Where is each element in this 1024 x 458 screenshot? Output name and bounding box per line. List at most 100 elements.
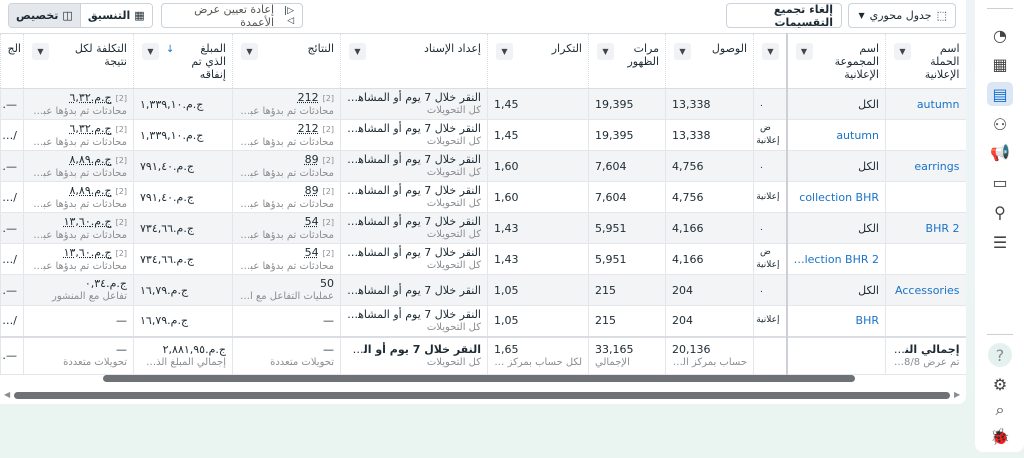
col-adset-name[interactable]: اسم المجموعة الإعلانية ▼: [785, 33, 886, 89]
attribution-text: النقر خلال 7 يوم أو المشاهدة...: [340, 122, 482, 135]
col-attribution[interactable]: إعداد الإسناد ▼: [340, 33, 488, 89]
megaphone-icon[interactable]: 📢: [987, 140, 1013, 164]
impressions-cell: 19,395: [588, 119, 666, 151]
campaign-name-cell[interactable]: [885, 181, 966, 213]
pivot-table-dropdown[interactable]: ⬚ جدول محوري ▼: [848, 3, 956, 28]
settings-gear-icon[interactable]: ⚙: [987, 372, 1013, 396]
results-value: 54: [304, 245, 319, 259]
col-reach[interactable]: الوصول ▼: [665, 33, 754, 89]
adset-name-cell[interactable]: collection BHR: [785, 181, 886, 213]
table-row[interactable]: collection BHR 2 ض إعلانية 4,166 5,951 1,43 ا…: [0, 243, 966, 275]
campaign-name-cell[interactable]: [885, 305, 966, 337]
adset-name-cell[interactable]: collection BHR 2: [785, 243, 886, 275]
results-cell: [2]54 محادثات تم بدؤها عبر ا...: [232, 243, 341, 275]
amount-spent-cell: ج.م.١٦,٧٩: [133, 305, 233, 337]
cell-text: 20,136: [672, 342, 711, 356]
table-row[interactable]: collection BHR إعلانية 4,756 7,604 1,60 النقر…: [0, 181, 966, 213]
results-value: —: [323, 314, 334, 328]
ad-cell: [753, 335, 787, 375]
dashboard-gauge-icon[interactable]: ◔: [987, 23, 1013, 47]
col-amount-spent[interactable]: المبلغ الذي تم إنفاقه ↓ ▼: [133, 33, 233, 89]
cost-line: [2]ج.م.٦,٣٢: [70, 91, 127, 104]
totals-row: إجمالي النتائجتم عرض 8/8 من ا 20,136حساب …: [0, 335, 966, 375]
header-row: اسم الحملة الإعلانية ▼ اسم المجموعة الإعل…: [0, 33, 966, 89]
cost-subtext: محادثات تم بدؤها عبر ا...: [30, 105, 127, 117]
amount-spent-cell: ج.م.٧٩١,٤٠: [133, 150, 233, 182]
cell-text: تحويلات متعددة: [270, 356, 334, 368]
bug-report-icon[interactable]: 🐞: [987, 424, 1013, 448]
attribution-cell: النقر خلال 7 يوم أو المشاهدة...كل التحوي…: [340, 88, 488, 120]
col-results[interactable]: النتائج ▼: [232, 33, 341, 89]
campaign-name-cell[interactable]: Accessories: [885, 274, 966, 306]
chevron-down-icon[interactable]: ▼: [241, 43, 258, 60]
inner-horizontal-scrollbar[interactable]: [103, 375, 855, 382]
reset-column-widths-button[interactable]: ▷|◁ إعادة تعيين عرض الأعمدة: [161, 3, 303, 29]
table-row[interactable]: earrings الكل. 4,756 7,604 1,60 النقر خلال 7 …: [0, 150, 966, 182]
ad-cell: .: [753, 274, 787, 306]
results-cell: [2]212 محادثات تم بدؤها عبر ا...: [232, 119, 341, 151]
ad-text: .: [760, 160, 763, 171]
campaign-name-cell[interactable]: [885, 243, 966, 275]
col-frequency[interactable]: التكرار ▼: [487, 33, 589, 89]
cost-per-result-cell: —: [23, 305, 134, 337]
ads-manager-icon[interactable]: ▤: [987, 82, 1013, 106]
table-row[interactable]: BHR 2 الكل. 4,166 5,951 1,43 النقر خلال 7 يوم…: [0, 212, 966, 244]
col-cost-per-result[interactable]: التكلفة لكل نتيجة ▼: [23, 33, 134, 89]
chevron-down-icon[interactable]: ▼: [795, 43, 813, 60]
adset-name-cell[interactable]: autumn: [785, 119, 886, 151]
adset-name-cell[interactable]: BHR: [785, 305, 886, 337]
table-row[interactable]: autumn الكل. 13,338 19,395 1,45 النقر خلال 7 …: [0, 88, 966, 120]
chevron-down-icon[interactable]: ▼: [349, 43, 366, 60]
cost-value: ج.م.٠,٣٤: [84, 277, 127, 290]
chevron-down-icon[interactable]: ▼: [496, 43, 513, 60]
customize-button[interactable]: ◫ تخصيص: [9, 4, 80, 27]
col-campaign-name[interactable]: اسم الحملة الإعلانية ▼: [885, 33, 966, 89]
campaign-name-cell[interactable]: [885, 119, 966, 151]
cell-text: /26: [0, 314, 18, 328]
cell-text: 1,45: [494, 97, 519, 111]
results-line: [2]212: [298, 122, 334, 135]
billing-card-icon[interactable]: ▭: [987, 170, 1013, 194]
campaign-name-cell[interactable]: earrings: [885, 150, 966, 182]
format-button[interactable]: ▦ التنسيق: [79, 4, 152, 27]
table-row[interactable]: autumn ض إعلانية 13,338 19,395 1,45 النقر خلا…: [0, 119, 966, 151]
chevron-down-icon[interactable]: ▼: [142, 43, 159, 60]
attribution-subtext: كل التحويلات: [426, 229, 481, 240]
table-icon[interactable]: ▦: [987, 52, 1013, 76]
attribution-cell: النقر خلال 7 يوم أو المشاهدة...كل التحوي…: [340, 150, 488, 182]
campaign-name-cell[interactable]: autumn: [885, 88, 966, 120]
scroll-right-icon[interactable]: ▶: [954, 390, 960, 399]
col-impressions[interactable]: مرات الظهور ▼: [588, 33, 666, 89]
pivot-icon: ⬚: [936, 9, 947, 22]
footnote-badge: [2]: [322, 248, 334, 258]
cell-text: لكل حساب بمركز الحسا...: [494, 356, 582, 368]
chevron-down-icon[interactable]: ▼: [674, 43, 691, 60]
results-line: —: [323, 314, 334, 327]
horizontal-scrollbar[interactable]: [14, 392, 950, 399]
org-chart-icon[interactable]: ⚲: [987, 200, 1013, 224]
ungroup-breakdowns-button[interactable]: إلغاء تجميع التقسيمات: [726, 3, 842, 29]
chevron-down-icon[interactable]: ▼: [894, 43, 911, 60]
results-subtext: محادثات تم بدؤها عبر ا...: [239, 198, 334, 210]
chevron-down-icon[interactable]: ▼: [32, 43, 49, 60]
ad-cell: إعلانية: [753, 181, 787, 213]
spent-value: ج.م.٧٩١,٤٠: [140, 159, 194, 173]
cost-line: [2]ج.م.١٣,٦٠: [64, 215, 127, 228]
audience-people-icon[interactable]: ⚇: [987, 112, 1013, 136]
search-icon[interactable]: ⌕: [987, 398, 1013, 422]
chevron-down-icon[interactable]: ▼: [597, 43, 614, 60]
campaign-link: Accessories: [895, 283, 960, 297]
attribution-text: النقر خلال 7 يوم أو المشاهدة...: [340, 184, 482, 197]
scroll-left-icon[interactable]: ◀: [4, 390, 10, 399]
chevron-down-icon[interactable]: ▼: [762, 43, 779, 60]
col-last[interactable]: الج: [0, 33, 24, 89]
col-ad[interactable]: ▼: [753, 33, 787, 89]
cost-per-result-cell: [2]ج.م.٨,٨٩ محادثات تم بدؤها عبر ا...: [23, 181, 134, 213]
campaign-name-cell[interactable]: BHR 2: [885, 212, 966, 244]
help-icon[interactable]: ?: [988, 343, 1012, 367]
cell-text: 5,951: [595, 221, 627, 235]
menu-icon[interactable]: ☰: [987, 230, 1013, 254]
table-row[interactable]: BHR إعلانية 204 215 1,05 النقر خلال 7 يوم أو …: [0, 305, 966, 337]
frequency-cell: 1,45: [487, 119, 589, 151]
table-row[interactable]: Accessories الكل. 204 215 1,05 النقر خلال 7 ي…: [0, 274, 966, 306]
